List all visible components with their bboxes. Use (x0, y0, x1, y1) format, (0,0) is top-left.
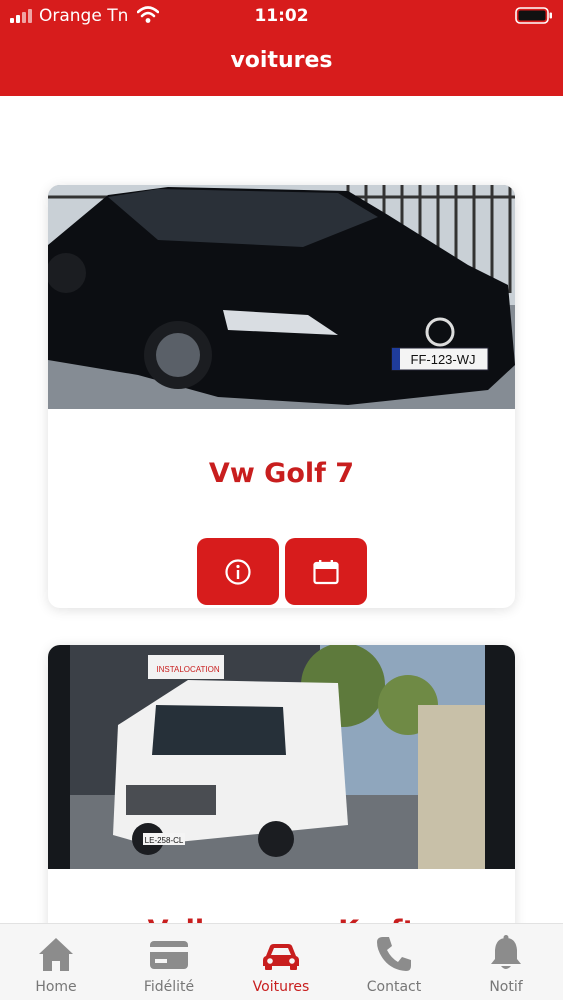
home-icon (39, 938, 73, 971)
bell-icon (491, 935, 521, 969)
bottom-nav: Home Fidélité Voitures Contact Notif (0, 923, 563, 1000)
car-card[interactable]: FF-123-WJ Vw Golf 7 (48, 185, 515, 608)
top-bar: Orange Tn 11:02 voitures (0, 0, 563, 96)
nav-voitures[interactable]: Voitures (225, 924, 337, 1000)
calendar-icon (313, 559, 339, 584)
svg-text:FF-123-WJ: FF-123-WJ (411, 352, 476, 367)
svg-text:LE-258-CL: LE-258-CL (145, 836, 184, 845)
info-button[interactable] (197, 538, 279, 605)
car-icon (263, 944, 299, 970)
nav-fidelite[interactable]: Fidélité (113, 924, 225, 1000)
nav-label: Voitures (252, 979, 310, 995)
info-icon (225, 558, 251, 585)
nav-label: Fidélité (143, 979, 195, 995)
car-name: Vw Golf 7 (208, 458, 355, 489)
car-photo: FF-123-WJ (48, 185, 515, 409)
car-photo: INSTALOCATION LE-258-CL (48, 645, 515, 869)
nav-label: Contact (366, 979, 422, 995)
nav-home[interactable]: Home (0, 924, 112, 1000)
battery-icon (515, 7, 552, 24)
calendar-button[interactable] (285, 538, 367, 605)
app-screen: Orange Tn 11:02 voitures FF-123-WJ Vw Go… (0, 0, 563, 1000)
page-title: voitures (230, 48, 333, 73)
phone-icon (377, 937, 411, 971)
nav-notif[interactable]: Notif (450, 924, 562, 1000)
card-icon (150, 941, 188, 969)
nav-label: Home (35, 979, 77, 995)
status-time: 11:02 (254, 6, 309, 26)
nav-contact[interactable]: Contact (338, 924, 450, 1000)
svg-text:INSTALOCATION: INSTALOCATION (156, 665, 219, 674)
nav-label: Notif (489, 979, 523, 995)
status-bar: Orange Tn 11:02 (0, 0, 563, 32)
